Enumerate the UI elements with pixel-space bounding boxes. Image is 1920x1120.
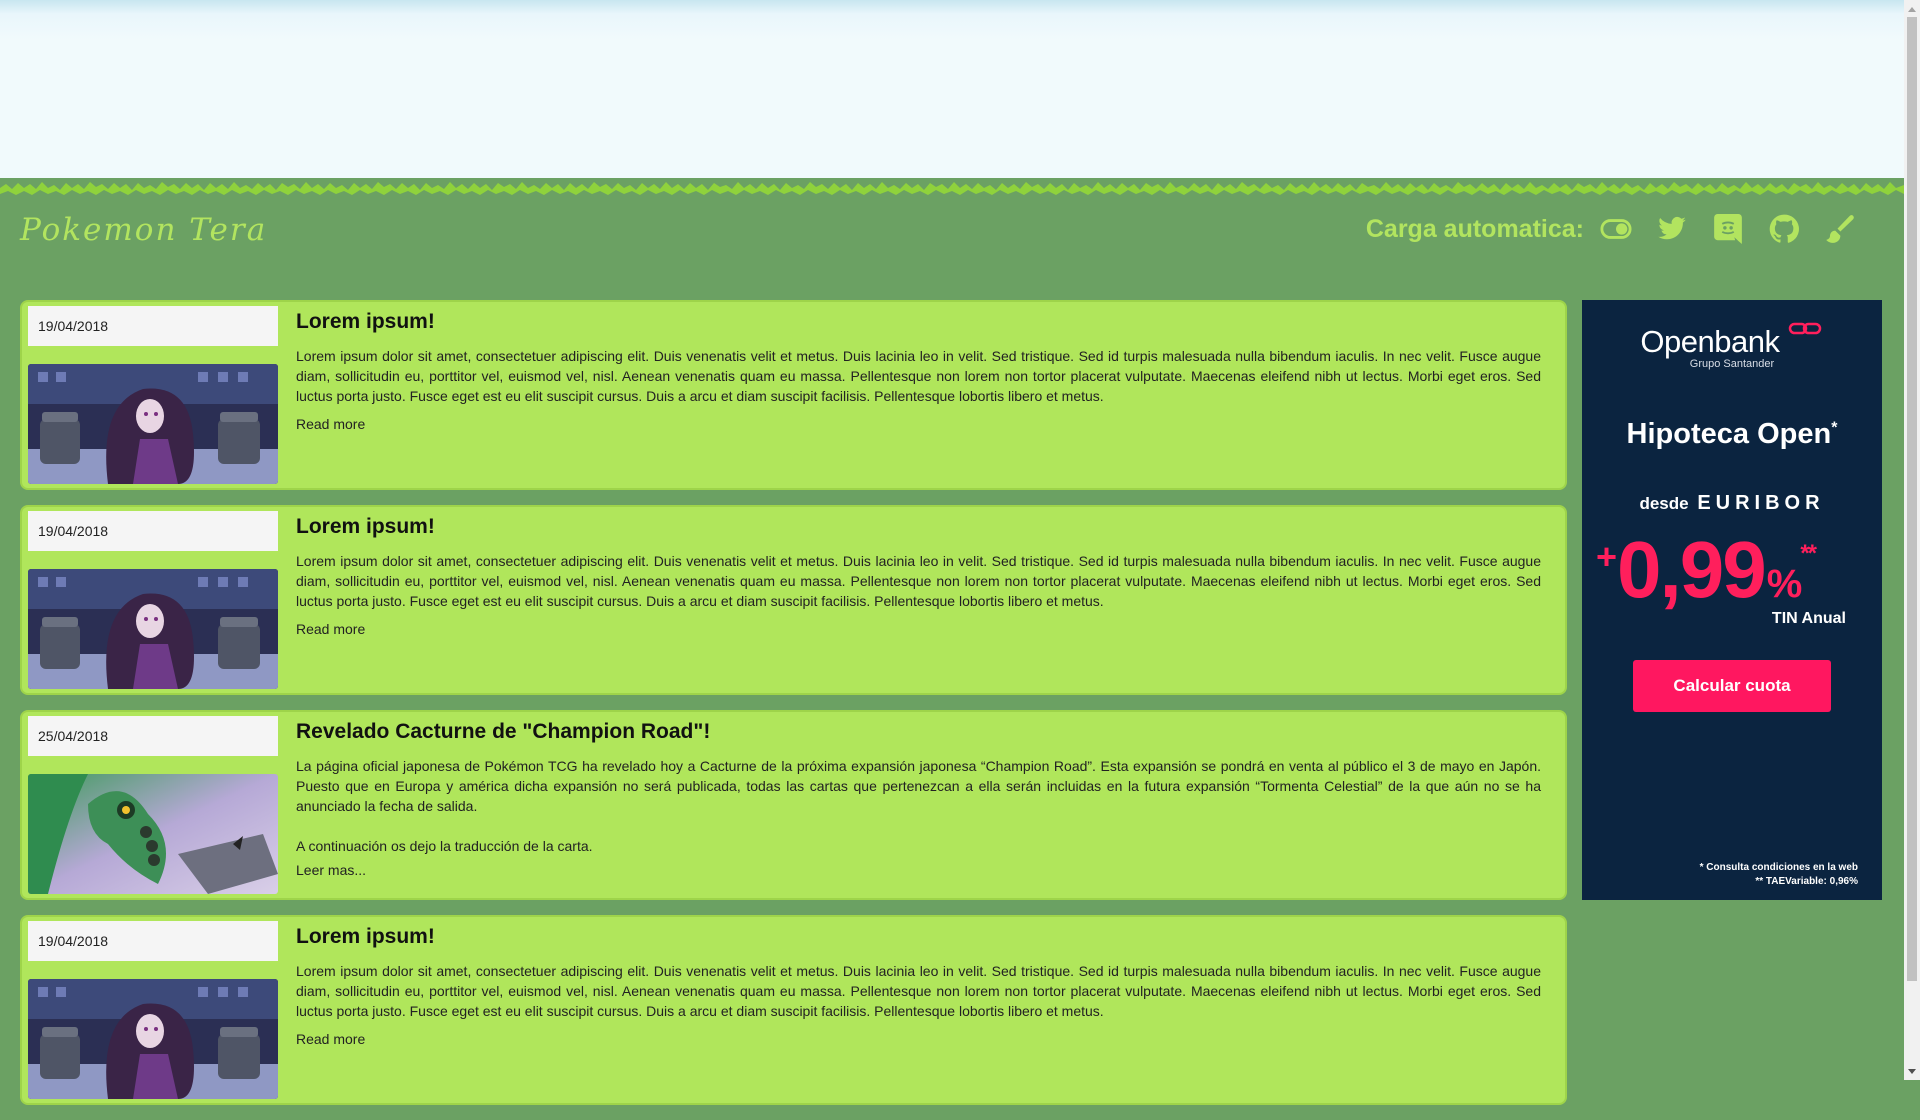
site-brand[interactable]: Pokemon Tera (20, 212, 267, 248)
ad-rate-mark: ** (1800, 540, 1817, 567)
post-content: Lorem ipsum! Lorem ipsum dolor sit amet,… (296, 515, 1541, 637)
ad-legal-line-2: ** TAEVariable: 0,96% (1755, 876, 1858, 887)
vertical-scrollbar[interactable] (1904, 0, 1920, 1080)
post-date: 19/04/2018 (28, 921, 278, 961)
post-content: Revelado Cacturne de "Champion Road"! La… (296, 720, 1541, 878)
ad-tin: TIN Anual (1771, 610, 1846, 627)
ad-title-mark: * (1831, 419, 1838, 437)
post-body: Lorem ipsum dolor sit amet, consectetuer… (296, 963, 1541, 1019)
post-body: La página oficial japonesa de Pokémon TC… (296, 758, 1541, 814)
ad-logo-text: Openbank (1640, 324, 1780, 359)
post-body-secondary: A continuación os dejo la traducción de … (296, 838, 593, 854)
post-body: Lorem ipsum dolor sit amet, consectetuer… (296, 348, 1541, 404)
post-date: 25/04/2018 (28, 716, 278, 756)
post-title[interactable]: Lorem ipsum! (296, 310, 1541, 334)
post-date: 19/04/2018 (28, 511, 278, 551)
calcular-cuota-button[interactable]: Calcular cuota (1633, 660, 1831, 712)
post-thumbnail-cacturne[interactable] (28, 774, 278, 894)
twitter-icon[interactable] (1656, 213, 1688, 245)
read-more-link[interactable]: Read more (296, 416, 1541, 432)
post-card: 19/04/2018 Lorem ipsum! Lorem ipsum dolo… (20, 505, 1567, 695)
ad-logo: Openbank (1582, 322, 1882, 360)
brush-icon[interactable] (1824, 213, 1856, 245)
post-content: Lorem ipsum! Lorem ipsum dolor sit amet,… (296, 310, 1541, 432)
scroll-up-arrow-icon[interactable] (1904, 0, 1920, 17)
ad-legal-line-1: * Consulta condiciones en la web (1699, 862, 1858, 873)
post-card: 19/04/2018 Lorem ipsum! Lorem ipsum dolo… (20, 300, 1567, 490)
ad-pct: % (1766, 562, 1803, 606)
ad-legal: * Consulta condiciones en la web ** TAEV… (1700, 861, 1858, 889)
sky-banner (0, 0, 1904, 188)
ad-euribor: EURIBOR (1697, 492, 1825, 514)
ad-title-text: Hipoteca Open (1626, 418, 1832, 450)
post-card: 25/04/2018 Revelado Cacturne de "Champio… (20, 710, 1567, 900)
post-content: Lorem ipsum! Lorem ipsum dolor sit amet,… (296, 925, 1541, 1047)
read-more-link[interactable]: Leer mas... (296, 862, 1541, 878)
post-thumbnail-hex-maniac[interactable] (28, 979, 278, 1099)
post-body: Lorem ipsum dolor sit amet, consectetuer… (296, 553, 1541, 609)
scrollbar-thumb[interactable] (1907, 17, 1917, 981)
read-more-link[interactable]: Read more (296, 621, 1541, 637)
ad-banner[interactable]: Openbank Grupo Santander Hipoteca Open * … (1582, 300, 1882, 900)
ad-rate: +0,99%** (1596, 524, 1817, 616)
post-title[interactable]: Revelado Cacturne de "Champion Road"! (296, 720, 1541, 744)
post-thumbnail-hex-maniac[interactable] (28, 569, 278, 689)
post-thumbnail-hex-maniac[interactable] (28, 364, 278, 484)
github-icon[interactable] (1768, 213, 1800, 245)
post-title[interactable]: Lorem ipsum! (296, 925, 1541, 949)
openbank-link-icon (1788, 322, 1821, 335)
auto-load-label: Carga automatica: (1365, 214, 1584, 243)
post-date: 19/04/2018 (28, 306, 278, 346)
post-feed: 19/04/2018 Lorem ipsum! Lorem ipsum dolo… (20, 300, 1567, 1120)
toggle-icon[interactable] (1600, 213, 1632, 245)
post-title[interactable]: Lorem ipsum! (296, 515, 1541, 539)
ad-desde-text: desde (1639, 494, 1689, 513)
post-card: 19/04/2018 Lorem ipsum! Lorem ipsum dolo… (20, 915, 1567, 1105)
ad-title: Hipoteca Open* (1582, 418, 1882, 451)
ad-rate-value: 0,99 (1617, 525, 1767, 614)
ad-subtitle: Grupo Santander (1689, 358, 1775, 370)
grass-border (0, 178, 1904, 202)
ad-plus: + (1596, 536, 1617, 577)
header-toolbar: Carga automatica: (1366, 213, 1856, 245)
read-more-link[interactable]: Read more (296, 1031, 1541, 1047)
ad-desde: desde EURIBOR (1582, 492, 1882, 515)
discord-icon[interactable] (1712, 213, 1744, 245)
scroll-down-arrow-icon[interactable] (1904, 1063, 1920, 1080)
